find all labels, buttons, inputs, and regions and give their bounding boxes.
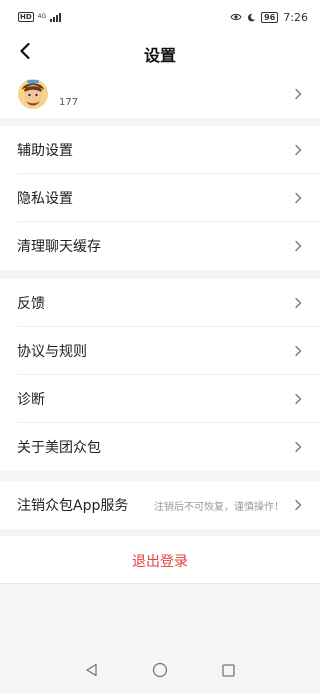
status-left: HD 4G: [18, 12, 62, 22]
chevron-right-icon: [295, 499, 302, 511]
nav-home-icon: [152, 662, 168, 678]
status-time: 7:26: [283, 10, 308, 24]
nav-recent-button[interactable]: [218, 660, 238, 680]
settings-group-3: 注销众包App服务 注销后不可恢复，谨慎操作！: [0, 481, 320, 529]
moon-icon: [248, 13, 256, 21]
nav-home-button[interactable]: [150, 660, 170, 680]
chevron-right-icon: [295, 345, 302, 357]
eye-icon: [230, 13, 242, 21]
profile-row[interactable]: 177: [0, 70, 320, 118]
network-badge: 4G: [37, 13, 47, 20]
logout-button[interactable]: 退出登录: [0, 536, 320, 584]
status-right: 96 7:26: [230, 11, 308, 24]
signal-icon: [50, 12, 62, 22]
row-label: 隐私设置: [17, 191, 73, 207]
settings-group-2: 反馈 协议与规则 诊断 关于美团众包: [0, 279, 320, 471]
settings-row-diagnosis[interactable]: 诊断: [0, 375, 320, 423]
chevron-right-icon: [295, 144, 302, 156]
settings-row-privacy[interactable]: 隐私设置: [0, 174, 320, 222]
hd-badge: HD: [18, 12, 34, 22]
settings-row-agreements[interactable]: 协议与规则: [0, 327, 320, 375]
logout-label: 退出登录: [132, 554, 188, 570]
top-app-bar: 设置: [0, 34, 320, 70]
chevron-right-icon: [295, 192, 302, 204]
row-label: 清理聊天缓存: [17, 239, 101, 255]
page-title: 设置: [143, 46, 176, 65]
user-id: 177: [59, 97, 79, 108]
row-label: 辅助设置: [17, 143, 73, 159]
deregister-warning: 注销后不可恢复，谨慎操作！: [154, 502, 284, 513]
avatar: [18, 79, 48, 109]
settings-row-deregister[interactable]: 注销众包App服务 注销后不可恢复，谨慎操作！: [0, 481, 320, 529]
settings-row-feedback[interactable]: 反馈: [0, 279, 320, 327]
battery-icon: 96: [261, 11, 279, 23]
settings-row-assist[interactable]: 辅助设置: [0, 126, 320, 174]
chevron-right-icon: [295, 441, 302, 453]
chevron-right-icon: [295, 240, 302, 252]
nav-back-icon: [86, 663, 97, 677]
row-label: 注销众包App服务: [17, 498, 129, 514]
status-bar: HD 4G 96 7:26: [0, 0, 320, 34]
nav-back-button[interactable]: [82, 660, 102, 680]
settings-group-1: 辅助设置 隐私设置 清理聊天缓存: [0, 126, 320, 270]
row-label: 诊断: [17, 392, 45, 408]
row-label: 关于美团众包: [17, 440, 101, 456]
chevron-right-icon: [295, 88, 302, 100]
system-nav-bar: [0, 646, 320, 693]
row-label: 协议与规则: [17, 344, 87, 360]
row-label: 反馈: [17, 296, 45, 312]
settings-row-clear-cache[interactable]: 清理聊天缓存: [0, 222, 320, 270]
settings-row-about[interactable]: 关于美团众包: [0, 423, 320, 471]
chevron-right-icon: [295, 393, 302, 405]
chevron-right-icon: [295, 297, 302, 309]
nav-recent-icon: [221, 663, 235, 677]
